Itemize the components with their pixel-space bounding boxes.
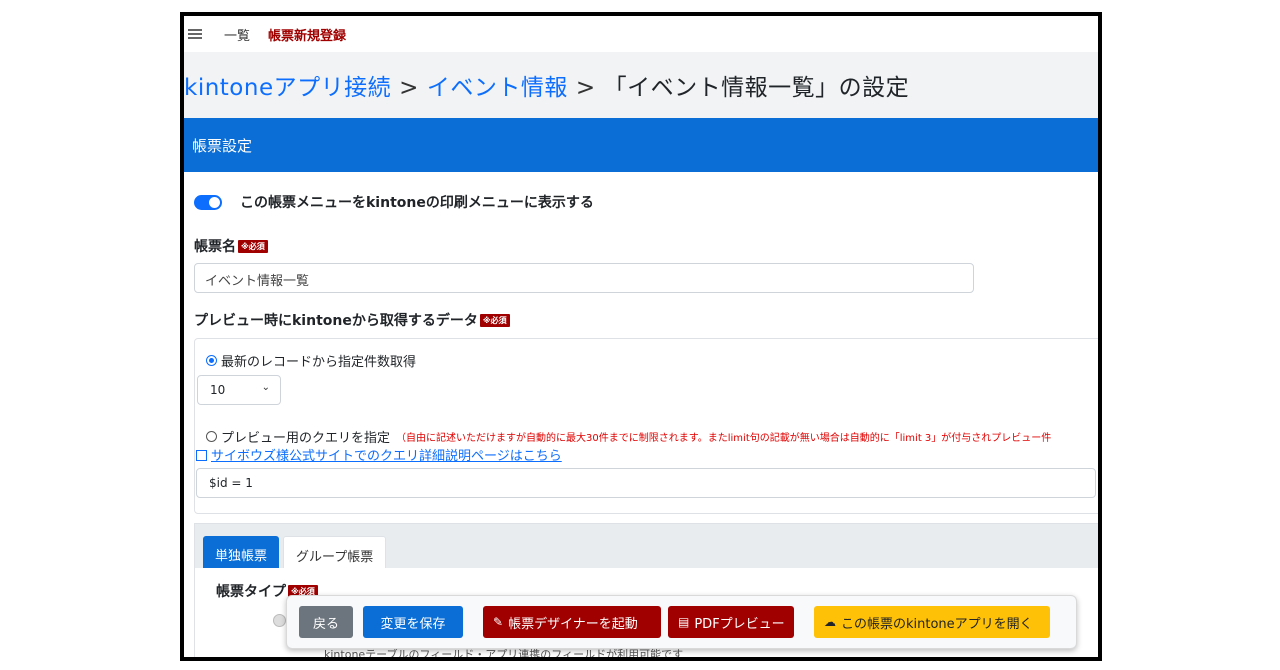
query-input[interactable]: $id = 1 [196, 468, 1096, 498]
query-help-link-text[interactable]: サイボウズ様公式サイトでのクエリ詳細説明ページはこちら [211, 449, 562, 464]
tab-group-report[interactable]: グループ帳票 [283, 536, 387, 570]
chevron-down-icon: ⌄ [261, 382, 270, 393]
breadcrumb-separator: > [575, 75, 596, 101]
required-badge: ※必須 [238, 240, 268, 253]
save-button[interactable]: 変更を保存 [363, 606, 463, 638]
report-type-label-text: 帳票タイプ [216, 584, 286, 600]
record-count-value: 10 [210, 383, 226, 397]
launch-designer-label: 帳票デザイナーを起動 [508, 616, 638, 632]
floating-action-bar: 戻る 変更を保存 ✎ 帳票デザイナーを起動 ▤ PDFプレビュー ☁ この帳票のkin… [286, 595, 1077, 649]
top-nav: 一覧 帳票新規登録 [184, 16, 1098, 52]
print-menu-toggle[interactable] [194, 194, 222, 210]
radio-latest-label: 最新のレコードから指定件数取得 [221, 355, 417, 370]
hamburger-menu-icon[interactable] [188, 27, 202, 41]
report-type-radio[interactable] [273, 614, 286, 627]
cloud-icon: ☁ [824, 615, 836, 629]
breadcrumb-separator: > [399, 75, 419, 101]
nav-current-page: 帳票新規登録 [268, 28, 347, 44]
breadcrumb-event-info[interactable]: イベント情報 [427, 75, 568, 101]
radio-checked-icon[interactable] [206, 355, 217, 366]
external-link-icon [196, 450, 207, 461]
preview-data-label: プレビュー時にkintoneから取得するデータ ※必須 [194, 310, 510, 330]
report-name-label: 帳票名 ※必須 [194, 236, 268, 256]
edit-icon: ✎ [493, 615, 504, 629]
breadcrumb-kintone-app[interactable]: kintoneアプリ接続 [184, 75, 391, 101]
open-kintone-app-label: この帳票のkintoneアプリを開く [841, 616, 1033, 632]
section-header: 帳票設定 [184, 118, 1098, 172]
pdf-file-icon: ▤ [678, 615, 690, 629]
record-count-select[interactable]: 10 ⌄ [197, 375, 281, 405]
preview-data-label-text: プレビュー時にkintoneから取得するデータ [194, 313, 478, 329]
tab-single-report[interactable]: 単独帳票 [203, 536, 280, 570]
page-title: 「イベント情報一覧」の設定 [603, 75, 910, 101]
breadcrumb: kintoneアプリ接続 > イベント情報 > 「イベント情報一覧」の設定 [184, 68, 909, 102]
radio-preview-query[interactable]: プレビュー用のクエリを指定 （自由に記述いただけますが自動的に最大30件までに制… [206, 427, 1051, 446]
open-kintone-app-button[interactable]: ☁ この帳票のkintoneアプリを開く [814, 606, 1050, 638]
print-menu-toggle-label: この帳票メニューをkintoneの印刷メニューに表示する [240, 195, 594, 211]
launch-designer-button[interactable]: ✎ 帳票デザイナーを起動 [483, 606, 661, 638]
pdf-preview-label: PDFプレビュー [694, 616, 785, 632]
print-menu-toggle-row: この帳票メニューをkintoneの印刷メニューに表示する [194, 192, 594, 212]
query-note: （自由に記述いただけますが自動的に最大30件までに制限されます。またlimit句… [396, 433, 1052, 444]
required-badge: ※必須 [479, 314, 510, 327]
report-tabs: 単独帳票 グループ帳票 [194, 523, 1098, 570]
report-name-label-text: 帳票名 [194, 239, 236, 255]
query-help-link[interactable]: サイボウズ様公式サイトでのクエリ詳細説明ページはこちら [196, 445, 562, 464]
radio-unchecked-icon[interactable] [206, 431, 217, 442]
page-header: kintoneアプリ接続 > イベント情報 > 「イベント情報一覧」の設定 [184, 52, 1098, 118]
back-button[interactable]: 戻る [299, 606, 353, 638]
app-window: 一覧 帳票新規登録 kintoneアプリ接続 > イベント情報 > 「イベント情報一覧」… [180, 12, 1102, 661]
section-title: 帳票設定 [192, 137, 253, 155]
nav-list-link[interactable]: 一覧 [224, 25, 250, 44]
radio-latest-records[interactable]: 最新のレコードから指定件数取得 [206, 351, 416, 370]
report-name-input[interactable]: イベント情報一覧 [194, 263, 974, 293]
pdf-preview-button[interactable]: ▤ PDFプレビュー [668, 606, 794, 638]
radio-query-label: プレビュー用のクエリを指定 [221, 431, 391, 446]
